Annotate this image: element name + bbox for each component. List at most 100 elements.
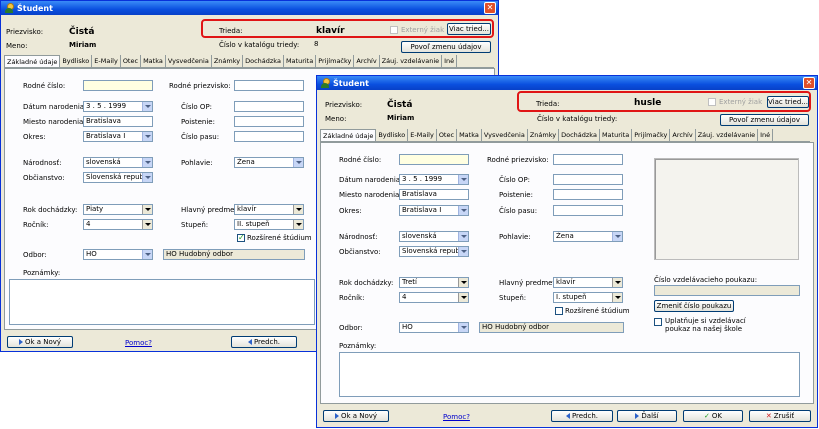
dropdown-arrow-icon[interactable] — [142, 220, 152, 229]
pomoc-link[interactable]: Pomoc? — [443, 413, 470, 421]
rodne-priezvisko-input[interactable] — [234, 80, 304, 91]
odbor-select[interactable]: HO — [83, 249, 153, 260]
stupen-select[interactable]: I. stupeň — [553, 292, 623, 303]
tab-ine[interactable]: Iné — [442, 55, 458, 67]
hlavny-predmet-select[interactable]: klavír — [234, 204, 304, 215]
odbor-select[interactable]: HO — [399, 322, 469, 333]
tab-dochadzka[interactable]: Dochádzka — [243, 55, 284, 67]
ok-a-novy-button[interactable]: Ok a Nový — [323, 410, 389, 422]
dropdown-arrow-icon[interactable] — [612, 293, 622, 302]
povol-zmenu-button[interactable]: Povoľ zmenu údajov — [720, 114, 809, 126]
tab-bydlisko[interactable]: Bydlisko — [376, 129, 409, 141]
rozsirene-checkbox[interactable] — [237, 233, 245, 242]
viac-tried-button[interactable]: Viac tried... — [447, 23, 491, 35]
tab-emaily[interactable]: E-Maily — [408, 129, 437, 141]
dropdown-arrow-icon[interactable] — [293, 220, 303, 229]
okres-select[interactable]: Bratislava I — [83, 131, 153, 142]
photo-frame[interactable] — [654, 158, 799, 260]
tab-ine[interactable]: Iné — [758, 129, 774, 141]
obcianstvo-select[interactable]: Slovenská republ — [83, 172, 153, 183]
poznamky-textarea[interactable] — [339, 352, 800, 397]
close-button[interactable]: ✕ — [803, 77, 815, 89]
poistenie-input[interactable] — [234, 116, 304, 127]
dropdown-arrow-icon[interactable] — [142, 158, 152, 167]
rocnik-select[interactable]: 4 — [399, 292, 469, 303]
dropdown-arrow-icon[interactable] — [612, 278, 622, 287]
externy-ziak-checkbox[interactable] — [390, 26, 398, 34]
rok-dochadzky-select[interactable]: Tretí — [399, 277, 469, 288]
cislo-pasu-input[interactable] — [553, 205, 623, 216]
tab-bydlisko[interactable]: Bydlisko — [60, 55, 93, 67]
tab-prijimacky[interactable]: Prijímačky — [316, 55, 355, 67]
dropdown-arrow-icon[interactable] — [458, 323, 468, 332]
narodnost-select[interactable]: slovenská — [83, 157, 153, 168]
pomoc-link[interactable]: Pomoc? — [125, 339, 152, 347]
zrusit-button[interactable]: ✕ Zrušiť — [749, 410, 811, 422]
tab-maturita[interactable]: Maturita — [284, 55, 317, 67]
hlavny-predmet-select[interactable]: klavír — [553, 277, 623, 288]
tab-otec[interactable]: Otec — [437, 129, 458, 141]
rok-dochadzky-select[interactable]: Piaty — [83, 204, 153, 215]
okres-select[interactable]: Bratislava I — [399, 205, 469, 216]
poznamky-textarea[interactable] — [9, 279, 315, 325]
tab-matka[interactable]: Matka — [141, 55, 166, 67]
tab-dochadzka[interactable]: Dochádzka — [559, 129, 600, 141]
tab-prijimacky[interactable]: Prijímačky — [632, 129, 671, 141]
cislo-op-input[interactable] — [553, 174, 623, 185]
dropdown-arrow-icon[interactable] — [612, 232, 622, 241]
tab-archiv[interactable]: Archív — [670, 129, 696, 141]
rozsirene-checkbox[interactable] — [555, 307, 563, 315]
tab-zauj-vzdelavanie[interactable]: Záuj. vzdelávanie — [696, 129, 759, 141]
ok-button[interactable]: ✓ OK — [683, 410, 743, 422]
dropdown-arrow-icon[interactable] — [458, 278, 468, 287]
pohlavie-select[interactable]: Žena — [553, 231, 623, 242]
dropdown-arrow-icon[interactable] — [142, 173, 152, 182]
dropdown-arrow-icon[interactable] — [458, 247, 468, 256]
cislo-op-input[interactable] — [234, 101, 304, 112]
tab-znamky[interactable]: Známky — [528, 129, 560, 141]
povol-zmenu-button[interactable]: Povoľ zmenu údajov — [401, 41, 491, 53]
rodne-cislo-input[interactable] — [83, 80, 153, 91]
tab-archiv[interactable]: Archív — [354, 55, 380, 67]
tab-vysvedcenia[interactable]: Vysvedčenia — [166, 55, 212, 67]
externy-ziak-checkbox[interactable] — [708, 98, 716, 106]
poistenie-input[interactable] — [553, 189, 623, 200]
ok-a-novy-button[interactable]: Ok a Nový — [7, 336, 73, 348]
tab-zakladne-udaje[interactable]: Základné údaje — [320, 129, 377, 141]
rodne-priezvisko-input[interactable] — [553, 154, 623, 165]
dropdown-arrow-icon[interactable] — [293, 205, 303, 214]
tab-znamky[interactable]: Známky — [212, 55, 244, 67]
tab-zakladne-udaje[interactable]: Základné údaje — [4, 55, 61, 67]
dropdown-arrow-icon[interactable] — [458, 293, 468, 302]
dropdown-arrow-icon[interactable] — [458, 206, 468, 215]
dropdown-arrow-icon[interactable] — [458, 232, 468, 241]
datum-picker[interactable]: 3 . 5 . 1999 — [83, 101, 153, 112]
cislo-pasu-input[interactable] — [234, 131, 304, 142]
tab-zauj-vzdelavanie[interactable]: Záuj. vzdelávanie — [380, 55, 443, 67]
dropdown-arrow-icon[interactable] — [142, 205, 152, 214]
rodne-cislo-input[interactable] — [399, 154, 469, 165]
tab-otec[interactable]: Otec — [121, 55, 142, 67]
datum-picker[interactable]: 3 . 5 . 1999 — [399, 174, 469, 185]
dropdown-arrow-icon[interactable] — [142, 132, 152, 141]
dropdown-arrow-icon[interactable] — [293, 158, 303, 167]
tab-matka[interactable]: Matka — [457, 129, 482, 141]
zmenit-poukaz-button[interactable]: Zmeniť číslo poukazu — [654, 300, 734, 312]
tab-maturita[interactable]: Maturita — [600, 129, 633, 141]
pohlavie-select[interactable]: Žena — [234, 157, 304, 168]
dropdown-arrow-icon[interactable] — [142, 250, 152, 259]
narodnost-select[interactable]: slovenská — [399, 231, 469, 242]
miesto-input[interactable]: Bratislava — [83, 116, 153, 127]
uplatnuje-checkbox[interactable] — [654, 318, 662, 326]
obcianstvo-select[interactable]: Slovenská republ — [399, 246, 469, 257]
viac-tried-button[interactable]: Viac tried... — [767, 96, 809, 108]
predch-button[interactable]: Predch. — [231, 336, 297, 348]
predch-button[interactable]: Predch. — [551, 410, 613, 422]
rocnik-select[interactable]: 4 — [83, 219, 153, 230]
dalsi-button[interactable]: Ďalší — [617, 410, 677, 422]
dropdown-arrow-icon[interactable] — [142, 102, 152, 111]
tab-emaily[interactable]: E-Maily — [92, 55, 121, 67]
close-button[interactable]: ✕ — [484, 2, 496, 14]
stupen-select[interactable]: II. stupeň — [234, 219, 304, 230]
tab-vysvedcenia[interactable]: Vysvedčenia — [482, 129, 528, 141]
